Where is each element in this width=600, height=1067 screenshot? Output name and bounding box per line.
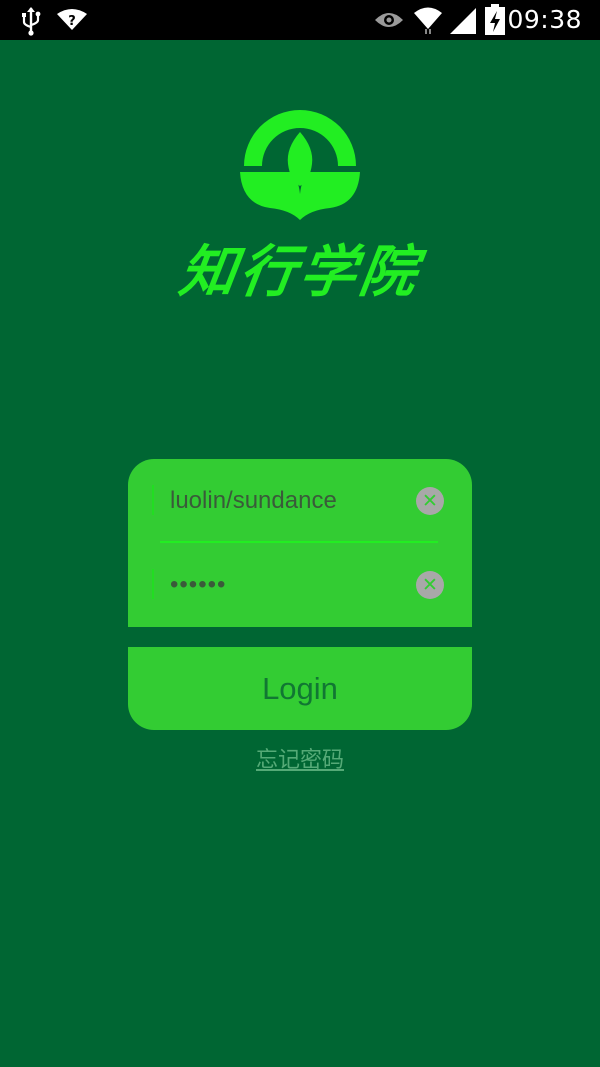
signal-icon: [450, 8, 476, 34]
battery-charging-icon: [485, 4, 505, 35]
app-name: 知行学院: [175, 239, 425, 305]
password-input[interactable]: [170, 563, 400, 607]
leaf-sprout-logo-icon: [240, 110, 360, 220]
text-cursor: [152, 569, 154, 599]
usb-icon: [22, 7, 41, 36]
username-field-row: ✕: [152, 475, 444, 527]
text-cursor: [152, 485, 154, 515]
clear-icon[interactable]: ✕: [416, 487, 444, 515]
password-field-row: ✕: [152, 559, 444, 611]
svg-text:?: ?: [68, 14, 76, 29]
login-button[interactable]: Login: [128, 647, 472, 730]
login-card: ✕ ✕: [128, 459, 472, 627]
clear-icon[interactable]: ✕: [416, 571, 444, 599]
wifi-icon: [414, 7, 442, 34]
status-clock: 09:38: [507, 5, 582, 34]
eye-icon: [375, 13, 403, 27]
status-bar: ? 09:38: [0, 0, 600, 40]
login-screen: ? 09:38 知行学院 luolin/sundance ✕ •••••• ✕ …: [0, 0, 600, 1067]
username-input[interactable]: [170, 479, 400, 523]
field-divider: [160, 541, 438, 543]
forgot-password-link[interactable]: 忘记密码: [200, 742, 400, 774]
wifi-question-icon: ?: [57, 9, 87, 30]
